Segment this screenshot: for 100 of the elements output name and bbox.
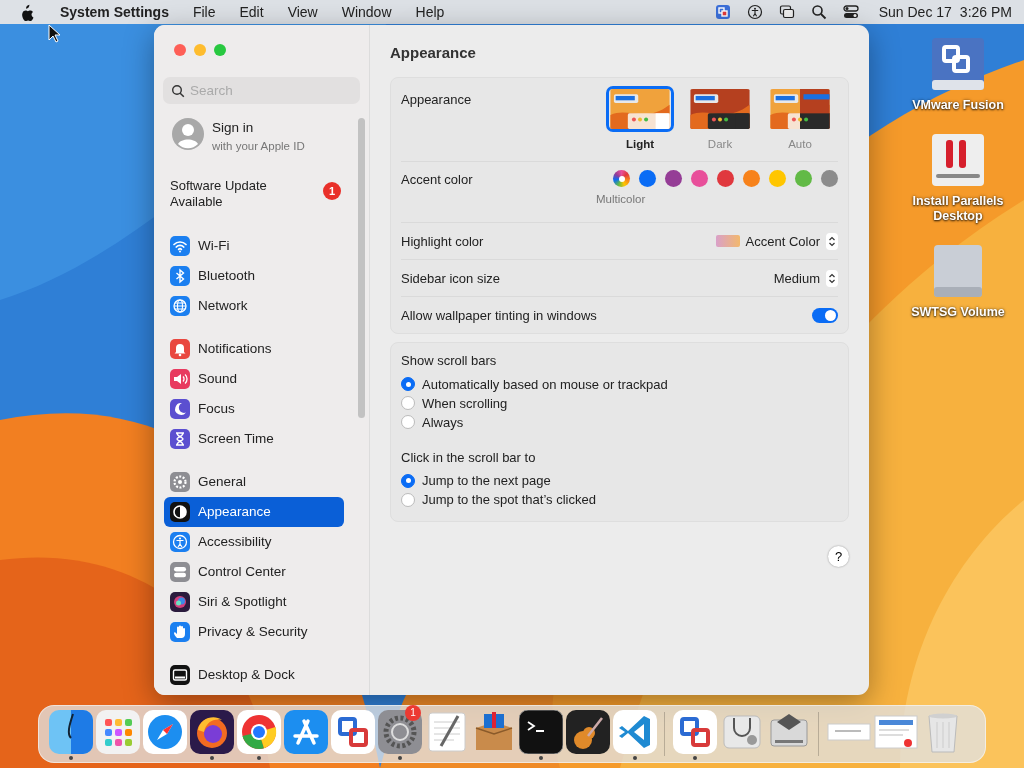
sidebar-item[interactable]: Network: [164, 291, 344, 321]
flame-globe-icon[interactable]: [189, 710, 234, 754]
group-label: Show scroll bars: [401, 352, 498, 371]
ring-icon[interactable]: [236, 710, 281, 754]
color-swatch[interactable]: [821, 170, 838, 188]
sidebar-item[interactable]: Wi-Fi: [164, 231, 344, 261]
sidebar-item[interactable]: Focus: [164, 394, 344, 424]
toggle-switch[interactable]: [812, 307, 838, 323]
scrollbar-thumb[interactable]: [358, 118, 365, 418]
account-title[interactable]: Sign in: [212, 118, 305, 139]
color-swatch[interactable]: [717, 170, 734, 188]
group-label: Click in the scroll bar to: [401, 448, 537, 467]
moon-icon: [170, 399, 190, 419]
menu-item[interactable]: View: [287, 1, 318, 23]
bell-icon: [170, 339, 190, 359]
toggle-icon[interactable]: [842, 4, 859, 20]
radio-button[interactable]: Jump to the next page: [401, 471, 551, 491]
radio-button[interactable]: Automatically based on mouse or trackpad: [401, 374, 668, 394]
search-icon: [171, 84, 185, 98]
color-swatch[interactable]: [665, 170, 682, 188]
sidebar-item[interactable]: Screen Time: [164, 424, 344, 454]
terminal-icon[interactable]: [518, 710, 563, 754]
setting-label: Highlight color: [401, 232, 484, 251]
sidebar-item[interactable]: Desktop & Dock: [164, 660, 344, 690]
color-swatch[interactable]: [639, 170, 656, 188]
radio-button[interactable]: Jump to the spot that’s clicked: [401, 490, 596, 510]
contrast-icon: [170, 502, 190, 522]
close-button[interactable]: [174, 44, 186, 56]
date-text[interactable]: Sun Dec 17: [878, 1, 952, 23]
sidebar-item[interactable]: Privacy & Security: [164, 617, 344, 647]
running-indicator: [397, 756, 402, 760]
sidebar-item[interactable]: General: [164, 467, 344, 497]
running-indicator: [209, 756, 214, 760]
dock-icon: [170, 665, 190, 685]
sidebar-item[interactable]: Notifications: [164, 334, 344, 364]
account-subtitle: with your Apple ID: [212, 139, 305, 155]
menu-item[interactable]: Help: [415, 1, 445, 23]
bluetooth-icon: [170, 266, 190, 286]
update-link[interactable]: Software Update Available: [170, 178, 290, 231]
accessibility-icon[interactable]: [746, 4, 763, 20]
pencils-icon[interactable]: [283, 710, 328, 754]
color-swatch[interactable]: [795, 170, 812, 188]
notification-badge: 1: [405, 705, 421, 721]
setting-label: Allow wallpaper tinting in windows: [401, 306, 597, 325]
two-tone-square-icon[interactable]: [48, 710, 93, 754]
color-swatch[interactable]: [613, 170, 630, 188]
cursor-icon: [48, 24, 62, 44]
gear-icon: [170, 472, 190, 492]
color-swatch: [715, 235, 740, 248]
gear-icon[interactable]: [377, 710, 422, 754]
sidebar-item[interactable]: Appearance: [164, 497, 344, 527]
windows-icon[interactable]: [778, 4, 795, 20]
popup-button[interactable]: Medium: [773, 268, 838, 288]
sidebar-item[interactable]: Accessibility: [164, 527, 344, 557]
app-menu[interactable]: System Settings: [60, 1, 169, 23]
help-button[interactable]: ?: [828, 546, 849, 568]
color-caption: Multicolor: [596, 192, 646, 208]
hourglass-icon: [170, 429, 190, 449]
menu-item[interactable]: Window: [341, 1, 392, 23]
popup-button[interactable]: Accent Color: [715, 231, 838, 251]
guitar-icon[interactable]: [565, 710, 610, 754]
running-indicator: [692, 756, 697, 760]
setting-label: Appearance: [401, 91, 472, 109]
count-badge: 1: [323, 182, 341, 200]
theme-option[interactable]: Light: [604, 86, 676, 154]
chevron-icon: [826, 232, 838, 250]
menu-item[interactable]: Edit: [239, 1, 264, 23]
theme-thumbnail: [606, 86, 674, 132]
grid-icon[interactable]: [95, 710, 140, 754]
running-indicator: [632, 756, 637, 760]
overlapping-squares-icon[interactable]: [330, 710, 375, 754]
ribbon-icon[interactable]: [612, 710, 657, 754]
running-indicator: [256, 756, 261, 760]
overlapping-squares-icon[interactable]: [714, 4, 731, 20]
search-field[interactable]: Search: [163, 77, 360, 104]
accessibility-icon: [170, 532, 190, 552]
avatar-icon[interactable]: [172, 118, 204, 150]
setting-label: Sidebar icon size: [401, 269, 500, 288]
color-swatch[interactable]: [769, 170, 786, 188]
radio-button[interactable]: Always: [401, 412, 464, 432]
menu-item[interactable]: File: [192, 1, 216, 23]
window-title: Appearance: [390, 43, 477, 63]
sidebar-item[interactable]: Bluetooth: [164, 261, 344, 291]
setting-label: Accent color: [401, 171, 473, 190]
sidebar-item[interactable]: Control Center: [164, 557, 344, 587]
sidebar-item[interactable]: Sound: [164, 364, 344, 394]
time-text[interactable]: 3:26 PM: [959, 1, 1012, 23]
running-indicator: [538, 756, 543, 760]
sidebar-item[interactable]: Siri & Spotlight: [164, 587, 344, 617]
color-swatch[interactable]: [691, 170, 708, 188]
speaker-icon: [170, 369, 190, 389]
running-indicator: [68, 756, 73, 760]
orb-icon: [170, 592, 190, 612]
search-icon[interactable]: [810, 4, 827, 20]
hand-icon: [170, 622, 190, 642]
radio-button[interactable]: When scrolling: [401, 393, 508, 413]
overlapping-squares-icon[interactable]: [672, 710, 717, 754]
wifi-icon: [170, 236, 190, 256]
globe-icon: [170, 296, 190, 316]
color-swatch[interactable]: [743, 170, 760, 188]
